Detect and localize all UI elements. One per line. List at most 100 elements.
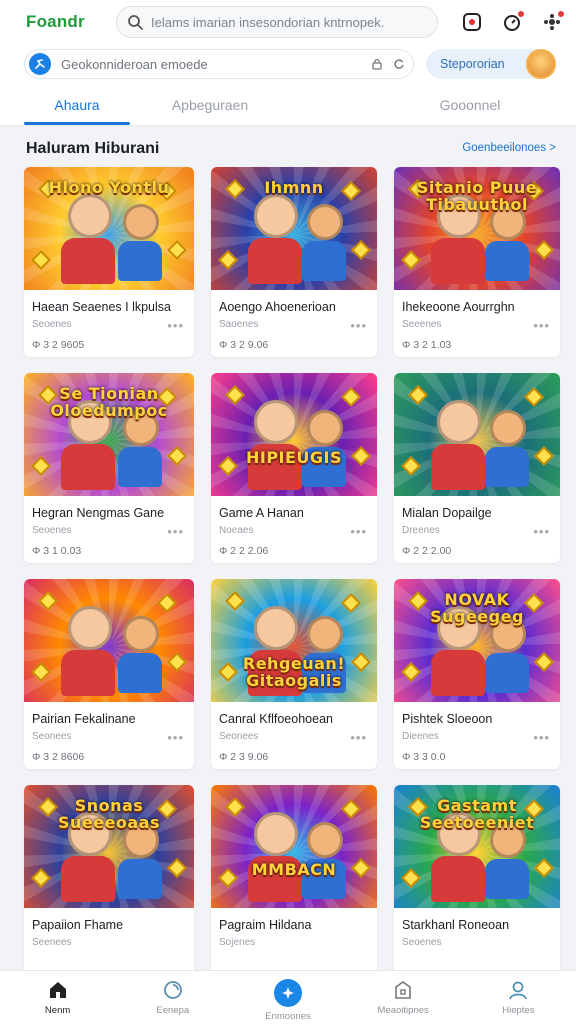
game-thumbnail[interactable] bbox=[24, 579, 194, 702]
game-thumbnail[interactable]: MMBACN bbox=[211, 785, 377, 908]
section-title: Haluram Hiburani bbox=[26, 140, 160, 157]
game-thumbnail[interactable]: Gastamt Seetoeeniet bbox=[394, 785, 560, 908]
character-body bbox=[430, 444, 485, 491]
game-logo-text: Rehgeuan! Gitaogalis bbox=[242, 654, 346, 691]
search-box[interactable] bbox=[116, 6, 438, 38]
character-head bbox=[68, 606, 113, 651]
game-card[interactable]: NOVAK Sugeegeg Pishtek Sloeoon Dieenes Φ 3 … bbox=[394, 579, 560, 769]
character-head bbox=[307, 615, 344, 652]
character-head bbox=[122, 615, 159, 652]
game-thumbnail[interactable]: Se Tionian Oloedumpoc bbox=[24, 373, 194, 496]
game-price: Φ 3 2 1.03 bbox=[402, 339, 452, 351]
game-thumbnail[interactable] bbox=[394, 373, 560, 496]
game-title: Aoengo Ahoenerioan bbox=[219, 300, 336, 314]
game-card[interactable]: Ihmnn Aoengo Ahoenerioan Saoenes Φ 3 2 9.06… bbox=[211, 167, 377, 357]
more-options-icon[interactable]: ••• bbox=[533, 524, 550, 539]
game-thumbnail[interactable]: Rehgeuan! Gitaogalis bbox=[211, 579, 377, 702]
character-head bbox=[68, 194, 113, 239]
game-title: Pishtek Sloeoon bbox=[402, 712, 493, 726]
game-price: Φ 2 2 2.00 bbox=[402, 545, 452, 557]
search-input[interactable] bbox=[151, 14, 411, 30]
game-price: Φ 3 1 0.03 bbox=[32, 545, 82, 557]
game-card[interactable]: Hlono Yontlu Haean Seaenes I lkpulsa Seoen… bbox=[24, 167, 194, 357]
game-card[interactable]: MMBACN Pagraim Hildana Sojenes bbox=[211, 785, 377, 975]
nav-profile[interactable]: Hieptes bbox=[461, 971, 576, 1024]
header-icon-group bbox=[460, 10, 565, 34]
character-body bbox=[61, 650, 116, 697]
more-options-icon[interactable]: ••• bbox=[533, 730, 550, 745]
game-thumbnail[interactable]: Ihmnn bbox=[211, 167, 377, 290]
game-title: Papaiion Fhame bbox=[32, 918, 124, 932]
more-options-icon[interactable]: ••• bbox=[167, 730, 184, 745]
more-options-icon[interactable]: ••• bbox=[533, 318, 550, 333]
game-title: Starkhanl Roneoan bbox=[402, 918, 510, 932]
game-logo-text: Ihmnn bbox=[264, 178, 324, 198]
game-subtitle: Sojenes bbox=[219, 937, 256, 948]
section-see-all-link[interactable]: Goenbeeilonoes > bbox=[462, 142, 556, 154]
lock-icon[interactable] bbox=[371, 58, 383, 70]
game-card[interactable]: Se Tionian Oloedumpoc Hegran Nengmas Gane… bbox=[24, 373, 194, 563]
search-icon bbox=[163, 981, 182, 999]
more-options-icon[interactable]: ••• bbox=[350, 318, 367, 333]
address-tools bbox=[371, 58, 405, 70]
nav-home[interactable]: Nenm bbox=[0, 971, 115, 1024]
tab-ahaura[interactable]: Ahaura bbox=[24, 84, 130, 125]
game-logo-text: Sitanio Puue Tibauuthol bbox=[416, 178, 538, 215]
camera-icon[interactable] bbox=[460, 10, 484, 34]
character-head bbox=[254, 194, 299, 239]
game-thumbnail[interactable]: HIPIEUGIS bbox=[211, 373, 377, 496]
game-card[interactable]: Rehgeuan! Gitaogalis Canral Kflfoeohoean S… bbox=[211, 579, 377, 769]
tab-apbeguraen[interactable]: Apbeguraen bbox=[150, 84, 270, 125]
character-head bbox=[490, 409, 527, 446]
character-body bbox=[61, 856, 116, 903]
more-options-icon[interactable]: ••• bbox=[350, 524, 367, 539]
notification-icon[interactable] bbox=[540, 10, 565, 34]
character-body bbox=[117, 446, 162, 487]
more-options-icon[interactable]: ••• bbox=[167, 524, 184, 539]
game-card[interactable]: Sitanio Puue Tibauuthol Ihekeoone Aourrgh… bbox=[394, 167, 560, 357]
run-icon bbox=[29, 53, 51, 75]
tab-bar: Ahaura Apbeguraen Gooonnel bbox=[0, 84, 576, 126]
character-body bbox=[117, 652, 162, 693]
character-head bbox=[307, 409, 344, 446]
address-box[interactable] bbox=[24, 49, 414, 79]
more-options-icon[interactable]: ••• bbox=[350, 730, 367, 745]
game-price: Φ 3 2 8606 bbox=[32, 751, 85, 763]
timer-icon[interactable] bbox=[500, 10, 525, 34]
game-price: Φ 2 3 9.06 bbox=[219, 751, 269, 763]
game-thumbnail[interactable]: Hlono Yontlu bbox=[24, 167, 194, 290]
game-thumbnail[interactable]: Snonas Sueeeoaas bbox=[24, 785, 194, 908]
game-price: Φ 2 2 2.06 bbox=[219, 545, 269, 557]
nav-label: Enmoones bbox=[265, 1011, 311, 1022]
game-card[interactable]: Snonas Sueeeoaas Papaiion Fhame Seenees bbox=[24, 785, 194, 975]
notification-dot bbox=[557, 10, 565, 18]
game-card[interactable]: Pairian Fekalinane Seonees Φ 3 2 8606 ••• bbox=[24, 579, 194, 769]
address-input[interactable] bbox=[61, 56, 351, 72]
game-card[interactable]: HIPIEUGIS Game A Hanan Noeaes Φ 2 2 2.06 ••• bbox=[211, 373, 377, 563]
nav-label: Eenepa bbox=[156, 1005, 190, 1016]
game-title: Canral Kflfoeohoean bbox=[219, 712, 333, 726]
home-icon bbox=[49, 982, 66, 998]
reload-icon[interactable] bbox=[393, 58, 405, 70]
game-subtitle: Seoenes bbox=[402, 937, 442, 948]
more-options-icon[interactable]: ••• bbox=[167, 318, 184, 333]
game-thumbnail[interactable]: Sitanio Puue Tibauuthol bbox=[394, 167, 560, 290]
character-body bbox=[247, 238, 302, 285]
nav-featured[interactable]: Enmoones bbox=[230, 971, 345, 1024]
game-card[interactable]: Mialan Dopailge Dreenes Φ 2 2 2.00 ••• bbox=[394, 373, 560, 563]
avatar[interactable] bbox=[526, 49, 556, 79]
character-head bbox=[254, 400, 299, 445]
star-icon bbox=[273, 979, 302, 1007]
game-card[interactable]: Gastamt Seetoeeniet Starkhanl Roneoan Seoe… bbox=[394, 785, 560, 975]
character-head bbox=[437, 400, 482, 445]
game-title: Ihekeoone Aourrghn bbox=[402, 300, 515, 314]
nav-library[interactable]: Meaoitipnes bbox=[346, 971, 461, 1024]
nav-label: Hieptes bbox=[502, 1005, 535, 1016]
game-title: Pairian Fekalinane bbox=[32, 712, 136, 726]
tab-gooonnel[interactable]: Gooonnel bbox=[410, 84, 530, 125]
nav-search[interactable]: Eenepa bbox=[115, 971, 230, 1024]
nav-label: Meaoitipnes bbox=[377, 1005, 429, 1016]
brand-logo[interactable]: Foandr bbox=[26, 12, 106, 32]
game-thumbnail[interactable]: NOVAK Sugeegeg bbox=[394, 579, 560, 702]
character-head bbox=[254, 812, 299, 857]
